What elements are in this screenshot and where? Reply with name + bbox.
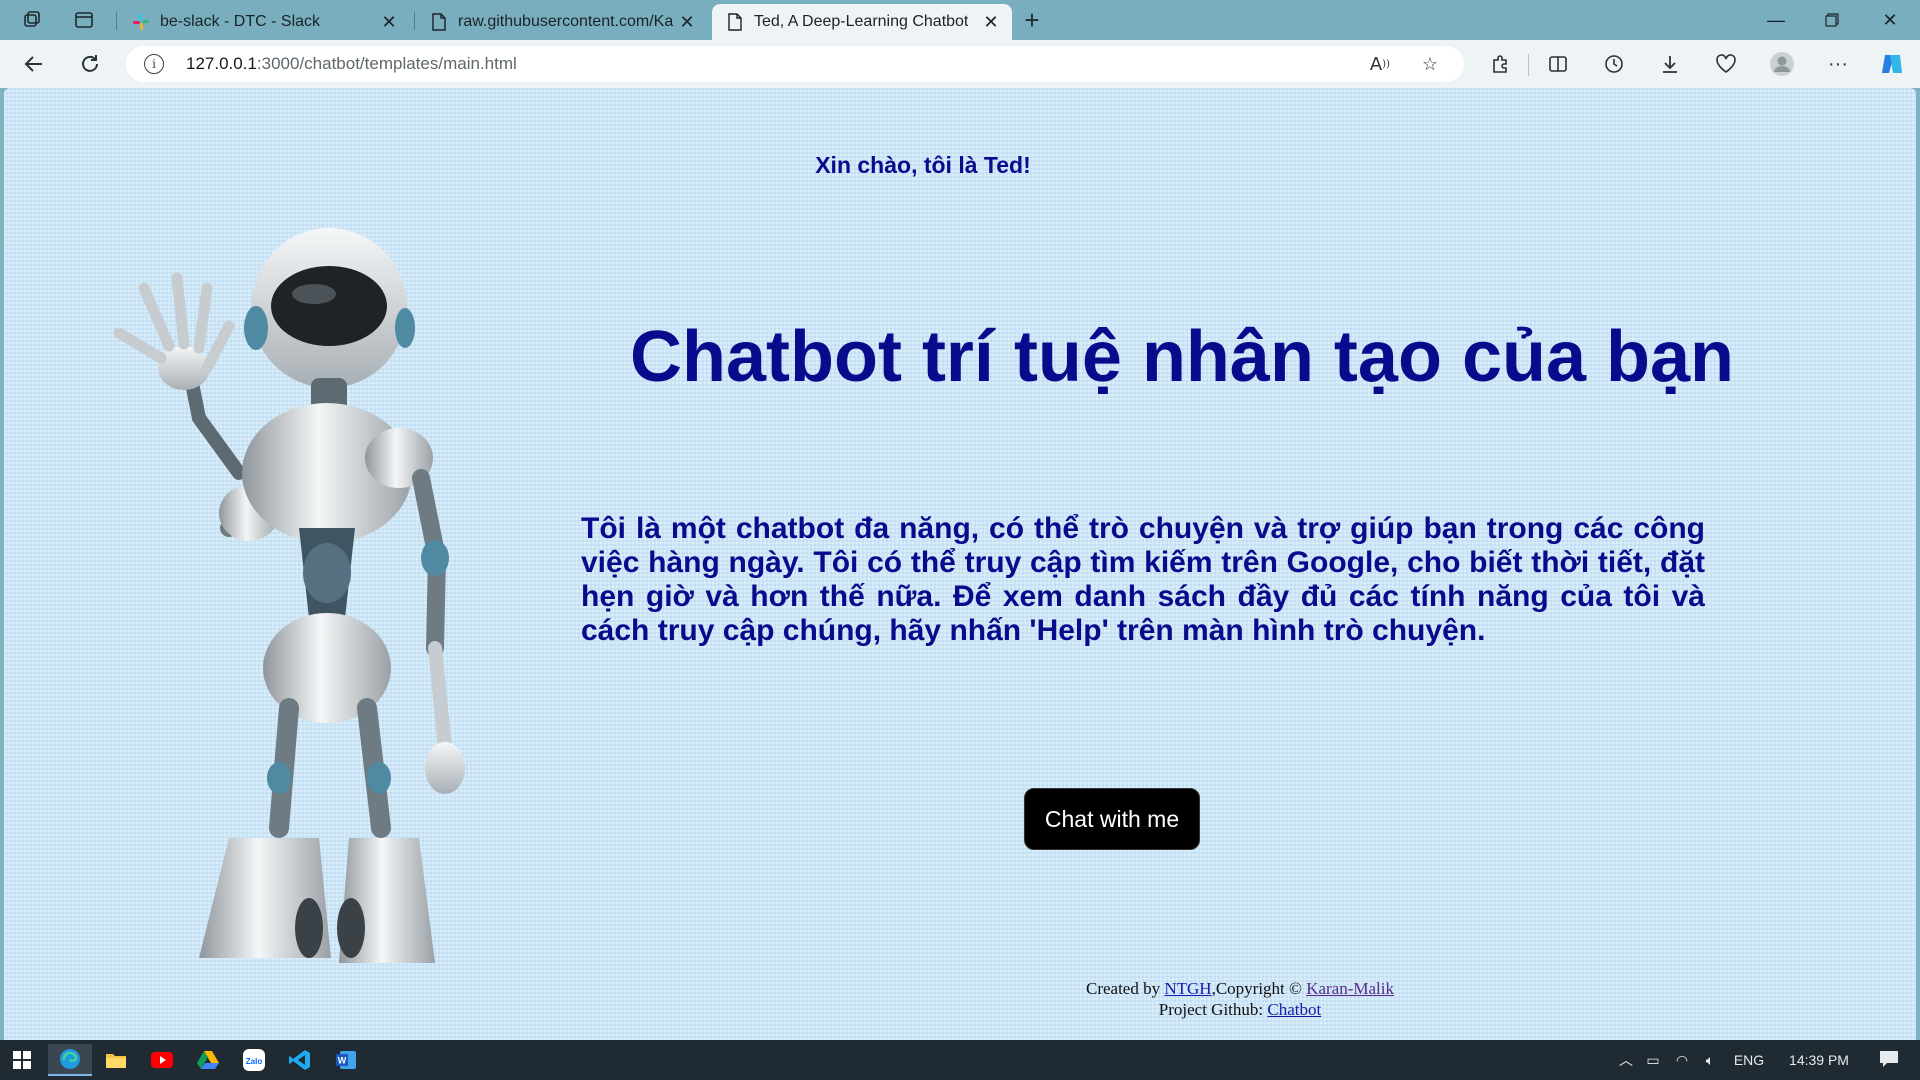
chat-with-me-button[interactable]: Chat with me [1024,788,1200,850]
vscode-icon[interactable] [278,1044,322,1076]
workspaces-icon[interactable] [16,4,48,36]
svg-text:W: W [338,1056,347,1066]
toolbar-separator [1528,54,1529,76]
notifications-icon[interactable] [1864,1050,1914,1071]
greeting-text: Xin chào, tôi là Ted! [815,152,1031,178]
browser-tab-strip: be-slack - DTC - Slack ✕ raw.githubuserc… [0,0,1920,40]
close-icon[interactable]: ✕ [678,12,696,32]
more-options-icon[interactable]: ··· [1822,48,1854,80]
url-text[interactable]: 127.0.0.1:3000/chatbot/templates/main.ht… [186,54,517,74]
word-icon[interactable]: W [324,1044,368,1076]
history-icon[interactable] [1598,48,1630,80]
robot-illustration [113,228,465,963]
back-icon[interactable] [18,48,50,80]
tab-label: be-slack - DTC - Slack [160,13,321,30]
edge-icon[interactable] [48,1044,92,1076]
footer-credits: Created by NTGH,Copyright © Karan-Malik [1085,979,1394,998]
tab-chatbot[interactable]: Ted, A Deep-Learning Chatbot ✕ [712,4,1012,40]
tab-slack[interactable]: be-slack - DTC - Slack ✕ [118,4,410,40]
tab-label: raw.githubusercontent.com/Kara [458,13,674,30]
tab-separator [414,12,415,30]
page-headline: Chatbot trí tuệ nhân tạo của bạn [630,317,1735,397]
browser-toolbar: i 127.0.0.1:3000/chatbot/templates/main.… [0,40,1920,88]
browser-essentials-icon[interactable] [1710,48,1742,80]
tab-github-raw[interactable]: raw.githubusercontent.com/Kara ✕ [416,4,708,40]
page-icon [726,13,744,31]
clock-time[interactable]: 14:39 PM [1774,1052,1864,1068]
profile-avatar[interactable] [1766,48,1798,80]
minimize-button[interactable]: — [1748,0,1804,40]
start-icon[interactable] [0,1044,44,1076]
address-bar[interactable]: i 127.0.0.1:3000/chatbot/templates/main.… [126,46,1464,82]
volume-icon[interactable]: 🔈︎ [1696,1052,1724,1069]
favorite-star-icon[interactable]: ☆ [1416,50,1444,78]
copyright-link[interactable]: Karan-Malik [1306,979,1394,998]
close-icon[interactable]: ✕ [380,12,398,32]
footer-github: Project Github: Chatbot [1158,1000,1322,1019]
tab-separator [116,12,117,30]
page-icon [430,13,448,31]
author-link[interactable]: NTGH [1164,979,1211,998]
svg-text:Zalo: Zalo [246,1057,263,1066]
slack-icon [132,13,150,31]
github-link[interactable]: Chatbot [1267,1000,1321,1019]
file-explorer-icon[interactable] [94,1044,138,1076]
zalo-icon[interactable]: Zalo [232,1044,276,1076]
close-icon[interactable]: ✕ [982,12,1000,32]
copilot-icon[interactable] [1876,48,1908,80]
description-paragraph: Tôi là một chatbot đa năng, có thể trò c… [581,512,1705,647]
chevron-up-icon[interactable]: ︿ [1614,1050,1638,1070]
split-screen-icon[interactable] [1542,48,1574,80]
windows-taskbar: Zalo W ︿ ▭ ◠ 🔈︎ ENG 14:39 PM [0,1040,1920,1080]
language-indicator[interactable]: ENG [1724,1052,1774,1068]
vertical-tabs-icon[interactable] [68,4,100,36]
page-footer: Created by NTGH,Copyright © Karan-Malik … [4,978,1916,1020]
system-tray: ︿ ▭ ◠ 🔈︎ ENG 14:39 PM [1614,1040,1914,1080]
site-info-icon[interactable]: i [144,54,164,74]
battery-icon[interactable]: ▭ [1638,1052,1668,1069]
wifi-icon[interactable]: ◠ [1668,1052,1696,1069]
restore-button[interactable] [1804,0,1860,40]
close-window-button[interactable]: ✕ [1862,0,1918,40]
google-drive-icon[interactable] [186,1044,230,1076]
page-viewport: Xin chào, tôi là Ted! Chatbot trí tuệ nh… [4,88,1916,1040]
read-aloud-icon[interactable]: A)) [1366,50,1394,78]
downloads-icon[interactable] [1654,48,1686,80]
refresh-icon[interactable] [74,48,106,80]
extensions-icon[interactable] [1484,48,1516,80]
new-tab-icon[interactable]: + [1016,4,1048,36]
youtube-icon[interactable] [140,1044,184,1076]
tab-label: Ted, A Deep-Learning Chatbot [754,13,969,30]
